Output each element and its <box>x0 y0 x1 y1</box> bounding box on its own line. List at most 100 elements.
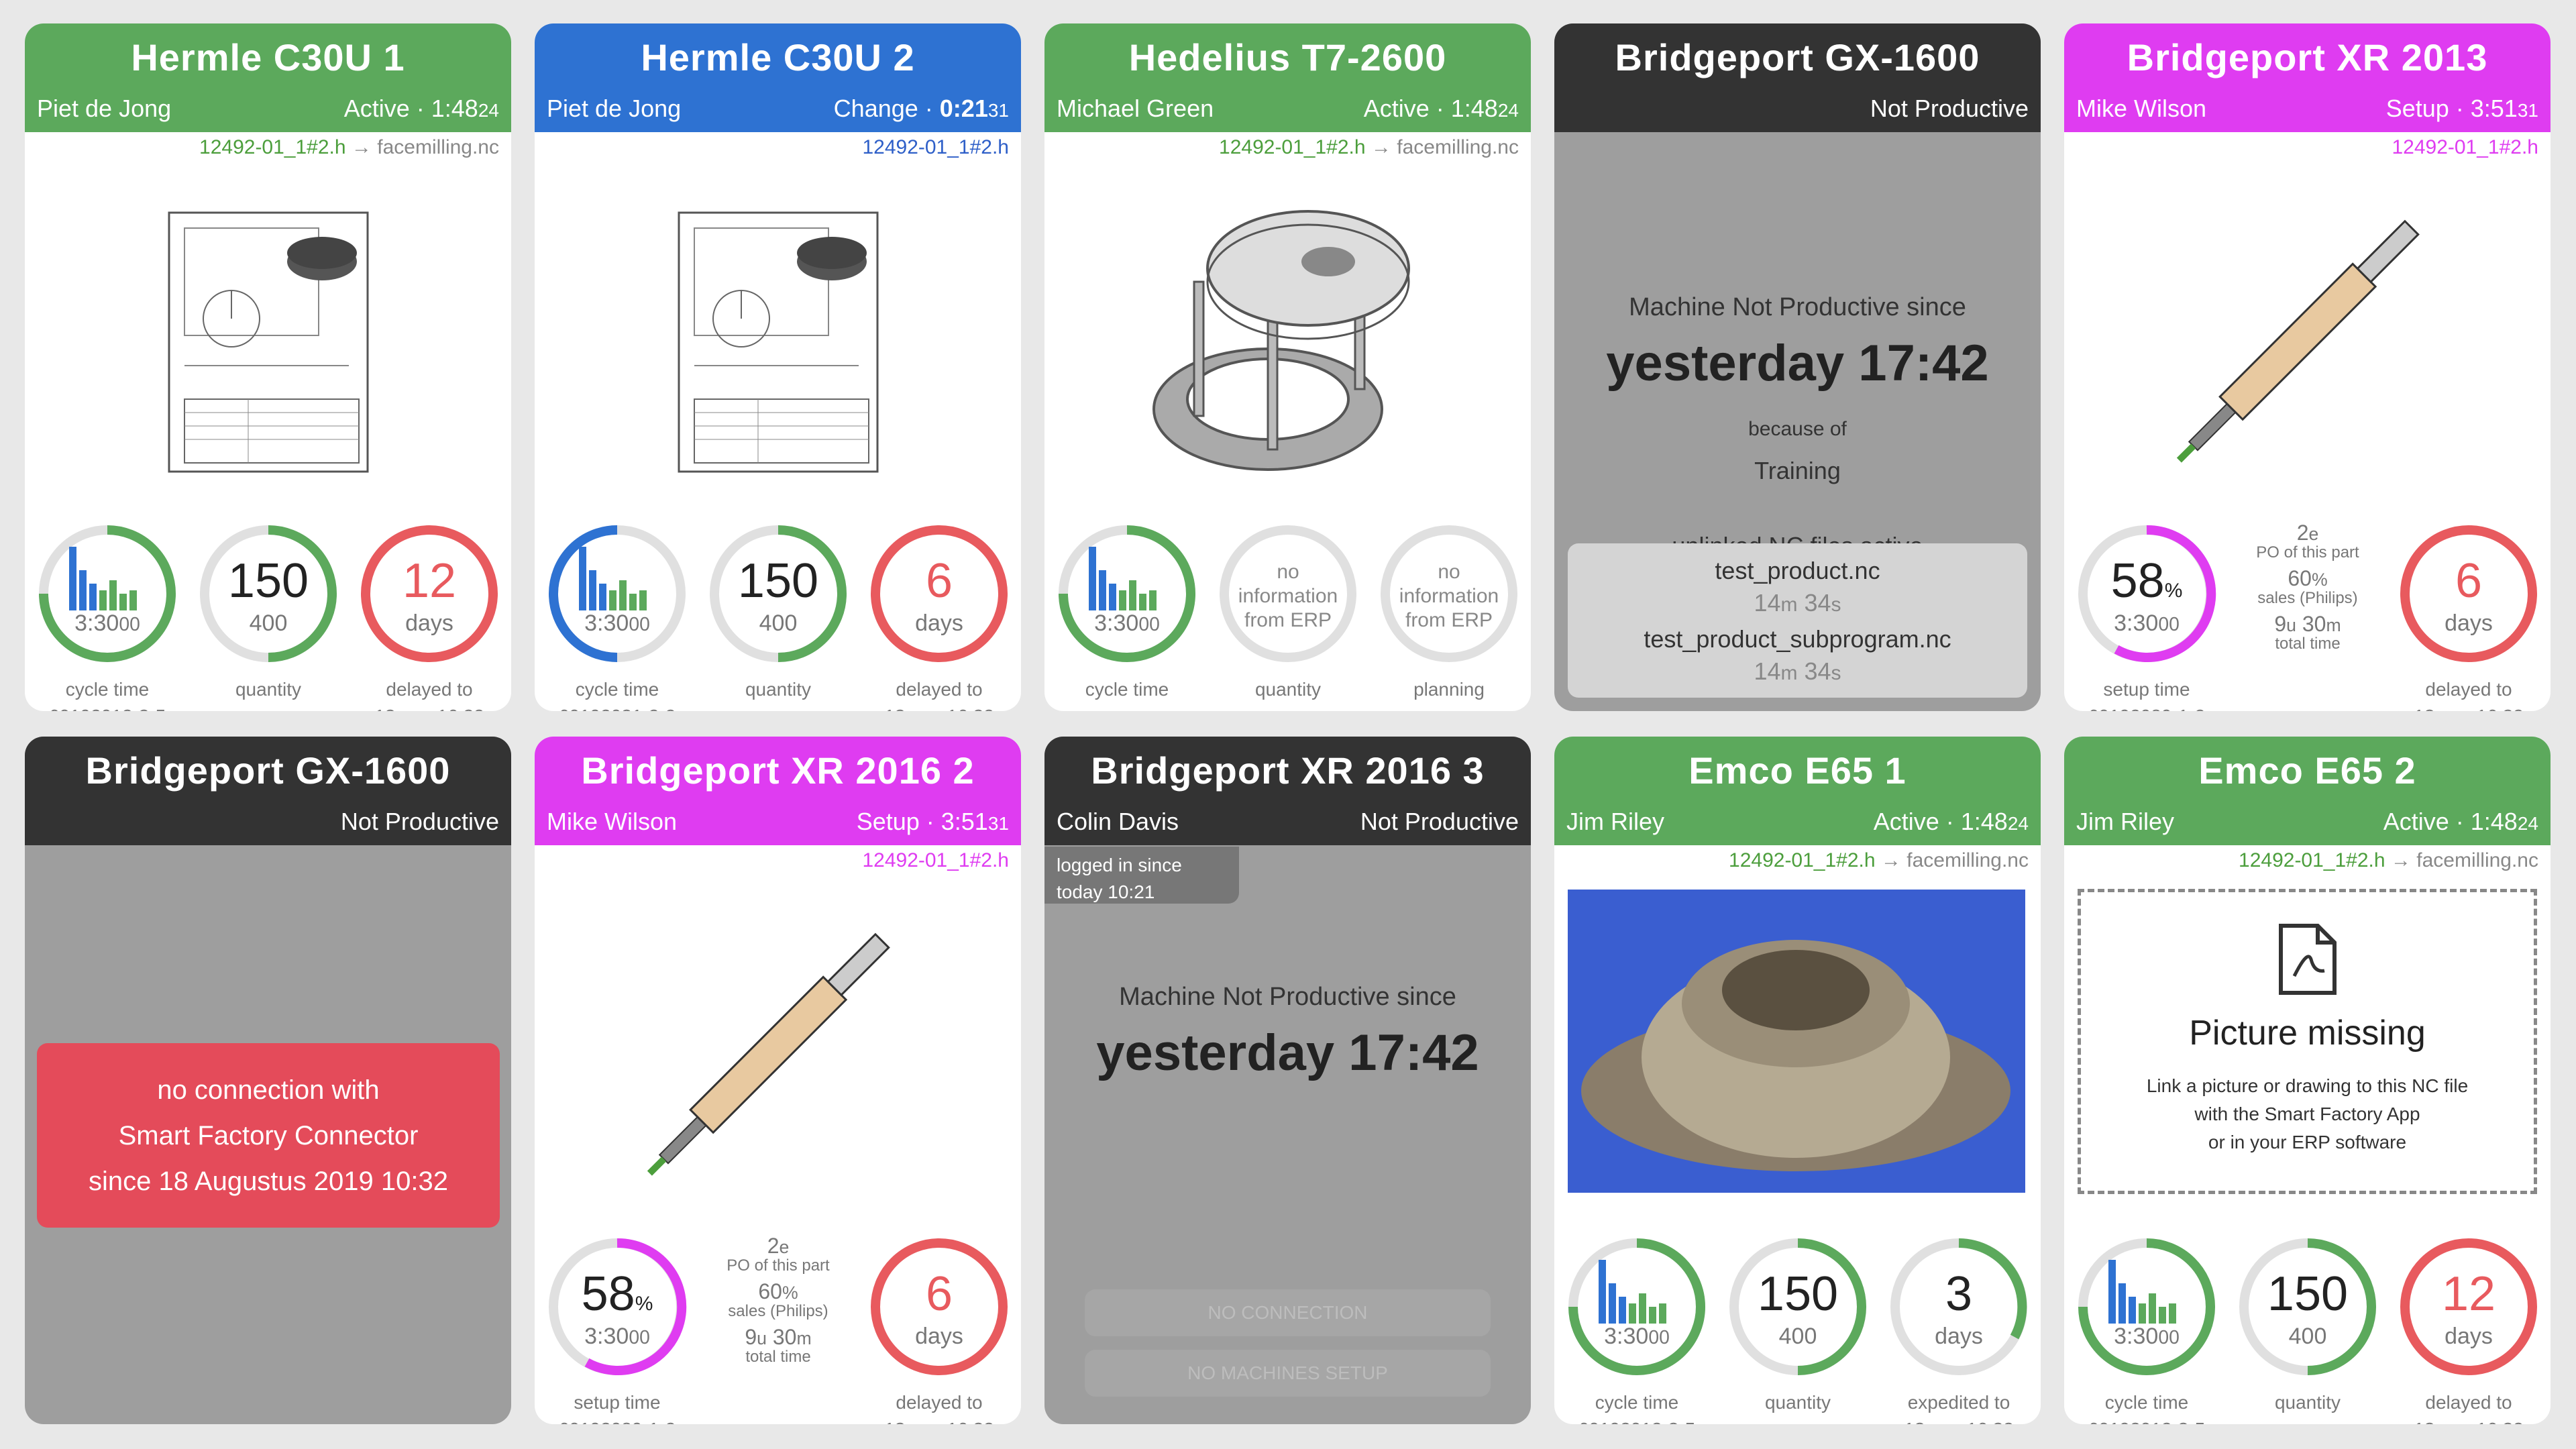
operator-name: Jim Riley <box>1566 808 1665 835</box>
machine-title: Bridgeport GX-1600 <box>85 749 451 792</box>
expedite-value: 3 <box>1945 1267 1973 1321</box>
picture-missing-help: Link a picture or drawing to this NC fil… <box>2146 1075 2469 1152</box>
machine-card-bridgeport-xr-2013[interactable]: Bridgeport XR 2013 Mike Wilson Setup · 3… <box>2064 23 2551 711</box>
operator-name: Piet de Jong <box>547 95 682 122</box>
machine-card-hermle-c30u-2[interactable]: Hermle C30U 2 Piet de Jong Change · 0:21… <box>535 23 1021 711</box>
delay-unit: days <box>2445 610 2493 636</box>
program-info: 12492-01_1#2.h <box>862 136 1009 158</box>
setup-time-value: 3:3000 <box>2114 610 2180 636</box>
card-header: Bridgeport XR 2016 2 Mike Wilson Setup ·… <box>535 737 1021 845</box>
delay-unit: days <box>915 610 963 636</box>
cycle-time-gauge: 3:3000 cycle time <box>1050 523 1204 711</box>
not-productive-label: Machine Not Productive since <box>1119 983 1456 1011</box>
quantity-gauge: 150 400 quantity <box>191 523 345 711</box>
picture-missing-panel[interactable]: Picture missing Link a picture or drawin… <box>2078 889 2537 1194</box>
delay-value: 6 <box>925 1267 953 1321</box>
not-productive-panel: Machine Not Productive since yesterday 1… <box>1044 845 1531 1424</box>
cycle-time-gauge: 3:3000 cycle time60192012-3-5 <box>30 523 184 711</box>
expedite-unit: days <box>1935 1324 1983 1349</box>
delay-gauge: 12 days delayed to13-sep 16:32 <box>2392 1236 2546 1424</box>
delay-value: 12 <box>402 554 457 608</box>
machine-card-hermle-c30u-1[interactable]: Hermle C30U 1 Piet de Jong Active · 1:48… <box>25 23 511 711</box>
quantity-target: 400 <box>2288 1324 2327 1349</box>
status-text: Setup · 3:5131 <box>856 808 1009 835</box>
gauge-label: quantity <box>1254 679 1322 700</box>
cycle-time-value: 3:3000 <box>1604 1324 1670 1349</box>
setup-summary: 2e PO of this part 60% sales (Philips) 9… <box>727 1234 830 1366</box>
machine-title: Hedelius T7-2600 <box>1128 36 1447 78</box>
machine-card-bridgeport-xr-2016-2[interactable]: Bridgeport XR 2016 2 Mike Wilson Setup ·… <box>535 737 1021 1424</box>
connection-error-alert: no connection with Smart Factory Connect… <box>37 1043 500 1228</box>
machine-title: Emco E65 1 <box>1688 749 1907 792</box>
no-machines-setup-button[interactable]: NO MACHINES SETUP <box>1085 1350 1491 1397</box>
technical-drawing-image <box>25 168 511 517</box>
histogram-icon <box>2108 1256 2189 1324</box>
delay-gauge: 6 days delayed to13-sep 16:32 <box>2392 523 2546 711</box>
not-productive-time: yesterday 17:42 <box>1606 335 1989 392</box>
not-productive-time: yesterday 17:42 <box>1096 1024 1479 1081</box>
part-3d-model-image <box>535 881 1021 1230</box>
program-info: 12492-01_1#2.h → facemilling.nc <box>1729 849 2029 871</box>
part-3d-model-image <box>1044 168 1531 517</box>
delay-value: 12 <box>2441 1267 2496 1321</box>
setup-time-value: 3:3000 <box>584 1324 650 1349</box>
operator-name: Piet de Jong <box>37 95 172 122</box>
setup-time-gauge: 58% 3:3000 setup time60192089-1-2 <box>540 1236 694 1424</box>
nc-file-duration: 14m 34s <box>1754 657 1841 685</box>
machine-card-hedelius-t7-2600[interactable]: Hedelius T7-2600 Michael Green Active · … <box>1044 23 1531 711</box>
delay-value: 6 <box>2455 554 2483 608</box>
gauge-label: delayed to13-sep 16:32 <box>2414 1392 2523 1424</box>
program-info: 12492-01_1#2.h <box>862 849 1009 871</box>
status-text: Not Productive <box>1870 95 2029 122</box>
histogram-icon <box>579 543 659 610</box>
status-text: Active · 1:4824 <box>343 95 499 122</box>
operator-name: Mike Wilson <box>2076 95 2207 122</box>
card-header: Bridgeport XR 2013 Mike Wilson Setup · 3… <box>2064 23 2551 132</box>
card-header: Hedelius T7-2600 Michael Green Active · … <box>1044 23 1531 132</box>
card-header: Hermle C30U 2 Piet de Jong Change · 0:21… <box>535 23 1021 132</box>
gauge-label: planning <box>1413 679 1485 700</box>
histogram-icon <box>1599 1256 1679 1324</box>
machine-card-emco-e65-1[interactable]: Emco E65 1 Jim Riley Active · 1:4824 124… <box>1554 737 2041 1424</box>
gauge-label: cycle time60192012-3-5 <box>1578 1392 1695 1424</box>
operator-name: Jim Riley <box>2076 808 2175 835</box>
setup-time-gauge: 58% 3:3000 setup time60192089-1-2 <box>2070 523 2224 711</box>
gauge-label: quantity <box>1764 1392 1831 1413</box>
part-photo-image <box>1568 890 2025 1193</box>
no-connection-button[interactable]: NO CONNECTION <box>1085 1289 1491 1336</box>
status-text: Active · 1:4824 <box>1363 95 1519 122</box>
quantity-value: 150 <box>1757 1267 1839 1321</box>
setup-percent: 58% <box>2110 554 2183 608</box>
cycle-time-value: 3:3000 <box>2114 1324 2180 1349</box>
operator-name: Mike Wilson <box>547 808 678 835</box>
gauge-label: delayed to13-sep 16:32 <box>374 679 484 711</box>
gauge-label: expedited to13-sep 16:32 <box>1904 1392 2013 1424</box>
gauge-label: cycle time60192012-3-5 <box>2088 1392 2205 1424</box>
nc-file-name[interactable]: test_product_subprogram.nc <box>1568 625 2027 653</box>
program-info: 12492-01_1#2.h → facemilling.nc <box>2239 849 2538 871</box>
status-text: Not Productive <box>340 808 499 835</box>
card-header: Emco E65 2 Jim Riley Active · 1:4824 <box>2064 737 2551 845</box>
gauge-label: delayed to13-sep 16:32 <box>2414 679 2523 711</box>
delay-gauge: 12 days delayed to13-sep 16:32 <box>352 523 506 711</box>
machine-title: Bridgeport XR 2013 <box>2127 36 2488 78</box>
histogram-icon <box>69 543 150 610</box>
machine-title: Bridgeport XR 2016 3 <box>1091 749 1485 792</box>
gauge-label: delayed to13-sep 16:32 <box>884 1392 994 1424</box>
reason-text: Training <box>1754 457 1841 484</box>
status-text: Active · 1:4824 <box>2383 808 2538 835</box>
status-text: Active · 1:4824 <box>1873 808 2029 835</box>
card-header: Emco E65 1 Jim Riley Active · 1:4824 <box>1554 737 2041 845</box>
nc-file-name[interactable]: test_product.nc <box>1568 557 2027 585</box>
part-3d-model-image <box>2064 168 2551 517</box>
not-productive-label: Machine Not Productive since <box>1629 293 1966 321</box>
card-header: Bridgeport XR 2016 3 Colin Davis Not Pro… <box>1044 737 1531 845</box>
delay-unit: days <box>915 1324 963 1349</box>
quantity-gauge: no information from ERP quantity <box>1211 523 1365 711</box>
cycle-time-value: 3:3000 <box>584 610 650 636</box>
program-info: 12492-01_1#2.h → facemilling.nc <box>1219 136 1519 158</box>
delay-value: 6 <box>925 554 953 608</box>
status-text: Not Productive <box>1360 808 1519 835</box>
cycle-time-gauge: 3:3000 cycle time60192012-3-5 <box>1560 1236 1714 1424</box>
delay-unit: days <box>2445 1324 2493 1349</box>
